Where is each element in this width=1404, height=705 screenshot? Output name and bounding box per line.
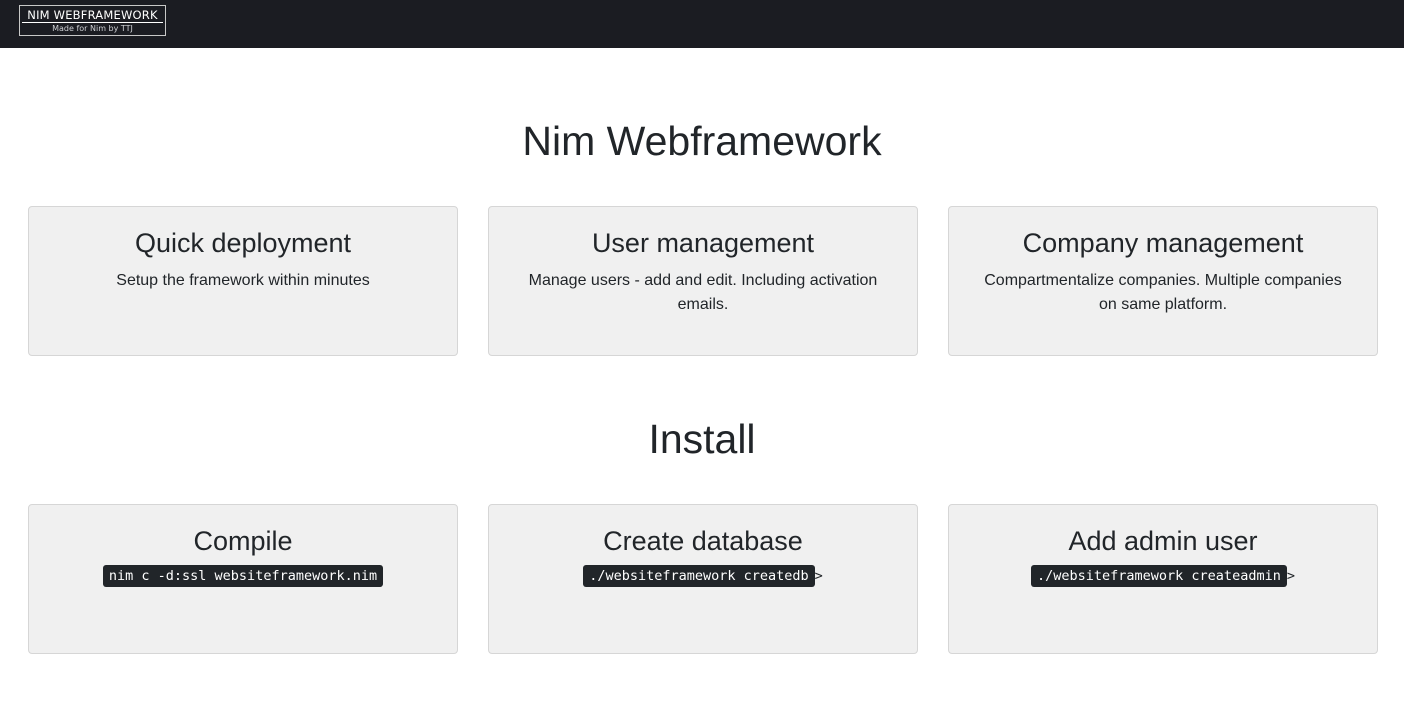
brand-name: NIM WEBFRAMEWORK — [22, 9, 163, 23]
install-card-create-database: Create database ./websiteframework creat… — [488, 504, 918, 654]
page-title: Nim Webframework — [522, 118, 882, 164]
feature-card-text: Compartmentalize companies. Multiple com… — [984, 272, 1342, 313]
add-admin-command: ./websiteframework createadmin — [1031, 565, 1287, 587]
install-card-add-admin-user: Add admin user ./websiteframework create… — [948, 504, 1378, 654]
compile-command: nim c -d:ssl websiteframework.nim — [102, 565, 384, 587]
feature-card-company-management: Company management Compartmentalize comp… — [948, 206, 1378, 356]
feature-card-quick-deployment: Quick deployment Setup the framework wit… — [28, 206, 458, 356]
install-card-title: Compile — [193, 526, 293, 556]
feature-card-text: Setup the framework within minutes — [116, 272, 370, 289]
create-database-command: ./websiteframework createdb — [583, 565, 815, 587]
install-card-compile: Compile nim c -d:ssl websiteframework.ni… — [28, 504, 458, 654]
install-section-title: Install — [648, 416, 756, 462]
install-card-title: Add admin user — [1068, 526, 1258, 556]
feature-card-title: Company management — [1022, 228, 1304, 258]
top-navbar: NIM WEBFRAMEWORK Made for Nim by TTJ — [0, 0, 1404, 48]
brand-tagline: Made for Nim by TTJ — [52, 24, 133, 33]
brand-logo-link[interactable]: NIM WEBFRAMEWORK Made for Nim by TTJ — [19, 5, 166, 36]
command-suffix: > — [1286, 568, 1295, 584]
feature-card-text: Manage users - add and edit. Including a… — [528, 272, 878, 313]
feature-card-title: Quick deployment — [134, 228, 352, 258]
install-card-title: Create database — [603, 526, 803, 556]
command-suffix: > — [814, 568, 823, 584]
feature-card-title: User management — [591, 228, 815, 258]
feature-card-user-management: User management Manage users - add and e… — [488, 206, 918, 356]
